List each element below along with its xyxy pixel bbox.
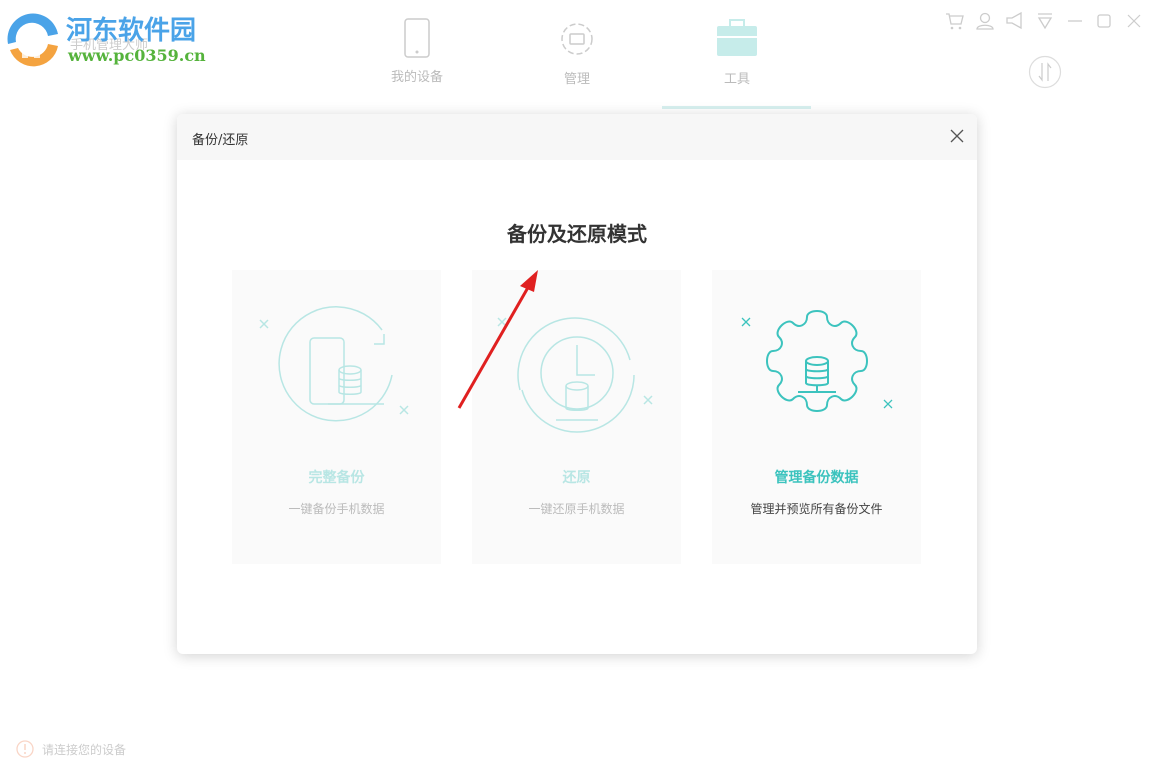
watermark-name: 河东软件园 xyxy=(66,10,196,47)
tab-tools[interactable]: 工具 xyxy=(662,18,812,87)
card-desc: 一键还原手机数据 xyxy=(472,500,681,517)
phone-backup-icon xyxy=(232,300,441,450)
manage-backup-card[interactable]: 管理备份数据 管理并预览所有备份文件 xyxy=(712,270,921,564)
close-icon[interactable] xyxy=(949,128,965,144)
card-desc: 一键备份手机数据 xyxy=(232,500,441,517)
dialog-header: 备份/还原 xyxy=(177,114,977,160)
toolbox-icon xyxy=(715,18,759,60)
megaphone-icon[interactable] xyxy=(1005,11,1025,31)
tab-label: 我的设备 xyxy=(391,70,443,85)
backup-restore-dialog: 备份/还原 备份及还原模式 完整备份 一键备份手机数据 还原 一键还原手机数据 … xyxy=(177,114,977,654)
full-backup-card[interactable]: 完整备份 一键备份手机数据 xyxy=(232,270,441,564)
maximize-icon[interactable] xyxy=(1094,11,1114,31)
gear-icon xyxy=(556,18,598,60)
close-icon[interactable] xyxy=(1124,11,1144,31)
card-title: 管理备份数据 xyxy=(712,467,921,487)
watermark-url: www.pc0359.cn xyxy=(68,46,206,65)
gear-database-icon xyxy=(712,300,921,450)
watermark-logo xyxy=(4,10,62,72)
tab-manage[interactable]: 管理 xyxy=(502,18,652,87)
minimize-icon[interactable] xyxy=(1065,11,1085,31)
card-title: 还原 xyxy=(472,467,681,487)
status-text: 请连接您的设备 xyxy=(42,741,126,758)
card-desc: 管理并预览所有备份文件 xyxy=(712,500,921,517)
user-icon[interactable] xyxy=(975,11,995,31)
connection-status: 请连接您的设备 xyxy=(16,740,126,758)
dropdown-icon[interactable] xyxy=(1035,11,1055,31)
tab-label: 工具 xyxy=(724,72,750,87)
dialog-title: 备份及还原模式 xyxy=(177,218,977,247)
cart-icon[interactable] xyxy=(945,11,965,31)
transfer-icon[interactable] xyxy=(1028,55,1062,89)
active-tab-indicator xyxy=(662,106,811,109)
tab-label: 管理 xyxy=(564,72,590,87)
tab-my-device[interactable]: 我的设备 xyxy=(342,18,492,85)
phone-icon xyxy=(404,18,430,58)
annotation-arrow xyxy=(450,262,550,417)
warning-icon xyxy=(16,740,34,758)
card-title: 完整备份 xyxy=(232,467,441,487)
dialog-header-title: 备份/还原 xyxy=(192,133,248,148)
